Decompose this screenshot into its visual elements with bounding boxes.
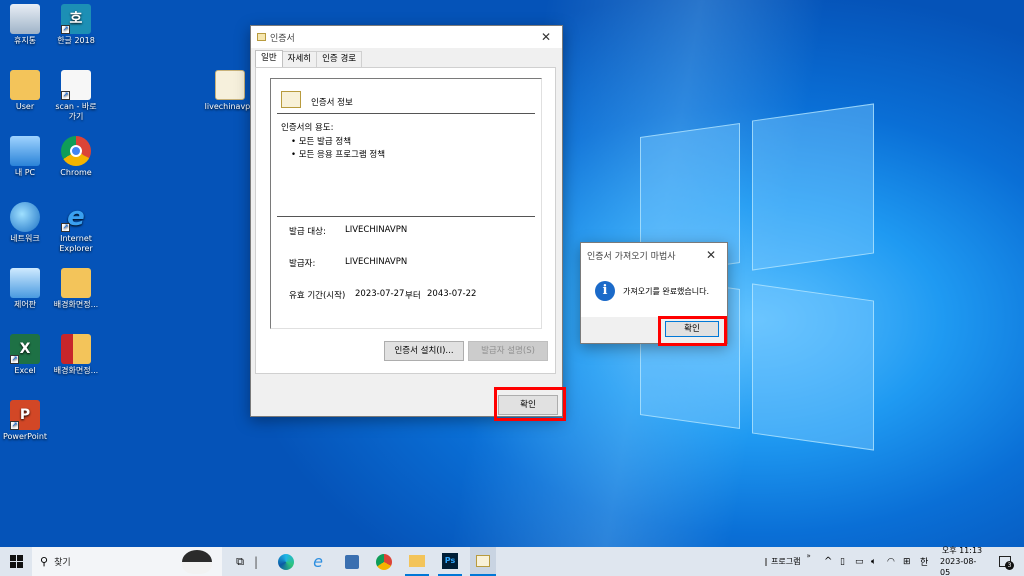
desktop-icon-recycle-bin[interactable]: 휴지통 <box>0 4 53 46</box>
ime-mode-icon[interactable]: ⊞ <box>903 547 911 576</box>
toolbar-programs-label: 프로그램 <box>771 557 801 566</box>
search-icon: ⚲ <box>40 555 49 568</box>
divider-bottom <box>277 216 535 217</box>
hangul-icon: 호 ↗ <box>61 4 91 34</box>
issued-by-label: 발급자: <box>289 259 316 269</box>
toolbar-programs[interactable]: ‖ 프로그램 » <box>764 547 811 576</box>
folder-icon <box>61 268 91 298</box>
close-icon[interactable]: ✕ <box>536 30 556 44</box>
issuer-statement-button[interactable]: 발급자 설명(S) <box>468 341 548 361</box>
archive-icon <box>61 334 91 364</box>
desktop-icon-hangul[interactable]: 호 ↗ 한글 2018 <box>48 4 104 46</box>
control-panel-icon <box>10 268 40 298</box>
excel-icon: X ↗ <box>10 334 40 364</box>
chrome-icon <box>61 136 91 166</box>
ime-language-indicator[interactable]: 한 <box>920 547 928 576</box>
desktop-icon-wallpaper-archive[interactable]: 배경화면정... <box>48 334 104 376</box>
clock-time: 오후 11:13 <box>941 546 983 555</box>
ie-taskbar-icon[interactable]: e <box>306 547 330 576</box>
volume-icon[interactable]: 🔈︎ <box>871 547 876 576</box>
valid-to: 2043-07-22 <box>427 289 477 299</box>
notification-count: 3 <box>1005 561 1014 570</box>
issued-by-value: LIVECHINAVPN <box>345 257 408 267</box>
recycle-bin-icon <box>10 4 40 34</box>
wizard-message-area: i 가져오기를 완료했습니다. <box>581 267 727 317</box>
install-certificate-button[interactable]: 인증서 설치(I)... <box>384 341 464 361</box>
certificate-title-icon <box>257 33 266 41</box>
tab-details[interactable]: 자세히 <box>281 51 318 68</box>
purpose-label: 인증서의 용도: <box>281 123 334 133</box>
valid-from: 2023-07-27 <box>355 289 405 299</box>
windows-start-icon <box>9 555 23 568</box>
desktop-icon-wallpaper-folder[interactable]: 배경화면정... <box>48 268 104 310</box>
validity-label: 유효 기간(시작) <box>289 291 346 301</box>
clock[interactable]: 오후 11:13 2023-08-05 <box>940 546 984 576</box>
purpose-item: • 모든 발급 정책 <box>291 137 352 147</box>
highlight-wizard-ok <box>658 316 727 346</box>
tray-overflow-chevron-icon[interactable]: ^ <box>824 547 832 576</box>
tray-network-icon[interactable]: ▭ <box>855 547 864 576</box>
highlight-cert-ok <box>494 387 566 421</box>
program-taskbar-icon[interactable] <box>340 547 364 576</box>
desktop-icon-this-pc[interactable]: 내 PC <box>0 136 53 178</box>
certificate-dialog-title: 인증서 <box>270 33 295 44</box>
taskbar-separator: | <box>253 554 259 569</box>
chrome-taskbar-icon[interactable] <box>372 547 396 576</box>
powerpoint-icon: P ↗ <box>10 400 40 430</box>
toolbar-expand-icon: » <box>806 551 811 560</box>
wizard-dialog-title: 인증서 가져오기 마법사 <box>587 251 676 262</box>
desktop-icon-chrome[interactable]: Chrome <box>48 136 104 178</box>
notification-center-icon[interactable]: 3 <box>996 547 1014 576</box>
divider-top <box>277 113 535 114</box>
search-bird-graphic-icon <box>182 550 212 574</box>
general-tab-panel: 인증서 정보 인증서의 용도: • 모든 발급 정책 • 모든 응용 프로그램 … <box>255 67 556 374</box>
edge-icon[interactable] <box>274 547 298 576</box>
photoshop-icon[interactable]: Ps <box>438 547 462 576</box>
validity-to-label: 부터 <box>405 291 421 301</box>
start-button[interactable] <box>0 547 32 576</box>
file-explorer-icon[interactable] <box>405 547 429 576</box>
certificate-file-icon <box>215 70 245 100</box>
tab-general[interactable]: 일반 <box>255 50 283 68</box>
info-icon: i <box>595 281 615 301</box>
wizard-titlebar: 인증서 가져오기 마법사 ✕ <box>581 243 727 267</box>
wifi-icon[interactable]: ◠ <box>887 547 895 576</box>
scan-shortcut-icon: ↗ <box>61 70 91 100</box>
certificate-dialog-titlebar: 인증서 ✕ <box>251 26 562 48</box>
close-icon[interactable]: ✕ <box>701 248 721 262</box>
search-placeholder: 찾기 <box>54 558 71 568</box>
certificate-info-heading: 인증서 정보 <box>311 98 353 108</box>
desktop-icon-excel[interactable]: X ↗ Excel <box>0 334 53 376</box>
purpose-item: • 모든 응용 프로그램 정책 <box>291 150 386 160</box>
clock-date: 2023-08-05 <box>940 557 977 576</box>
certificate-taskbar-icon[interactable] <box>470 547 496 576</box>
desktop-icon-powerpoint[interactable]: P ↗ PowerPoint <box>0 400 53 442</box>
this-pc-icon <box>10 136 40 166</box>
desktop-icon-control-panel[interactable]: 제어판 <box>0 268 53 310</box>
task-view-icon[interactable]: ⧉ <box>228 547 252 576</box>
tab-certification-path[interactable]: 인증 경로 <box>316 51 363 68</box>
user-folder-icon <box>10 70 40 100</box>
issued-to-label: 발급 대상: <box>289 227 326 237</box>
network-icon <box>10 202 40 232</box>
certificate-info-icon <box>281 91 301 108</box>
desktop-icon-scan-shortcut[interactable]: ↗ scan - 바로 가기 <box>48 70 104 122</box>
certificate-dialog: 인증서 ✕ 일반 자세히 인증 경로 인증서 정보 인증서의 용도: • 모든 … <box>250 25 563 417</box>
certificate-tabs: 일반 자세히 인증 경로 <box>255 50 363 68</box>
tray-device-icon[interactable]: ▯ <box>840 547 845 576</box>
search-box[interactable]: ⚲ 찾기 <box>32 547 222 576</box>
taskbar: ⚲ 찾기 ⧉ | e Ps ‖ 프로그램 » ^ ▯ ▭ 🔈︎ ◠ ⊞ 한 오후… <box>0 546 1024 576</box>
issued-to-value: LIVECHINAVPN <box>345 225 408 235</box>
desktop-icon-user[interactable]: User <box>0 70 53 112</box>
certificate-info-box: 인증서 정보 인증서의 용도: • 모든 발급 정책 • 모든 응용 프로그램 … <box>270 78 542 329</box>
wizard-message: 가져오기를 완료했습니다. <box>623 287 710 296</box>
internet-explorer-icon: e ↗ <box>61 202 85 232</box>
desktop-icon-internet-explorer[interactable]: e ↗ Internet Explorer <box>48 202 104 254</box>
desktop-icon-network[interactable]: 네트워크 <box>0 202 53 244</box>
